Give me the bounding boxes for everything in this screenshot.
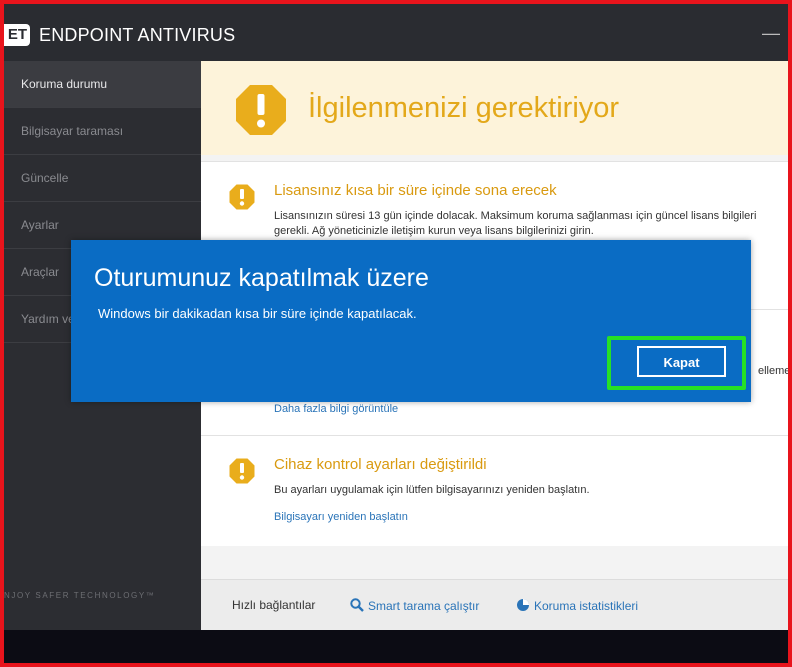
app-title: ENDPOINT ANTIVIRUS [39, 25, 236, 45]
restart-computer-link[interactable]: Bilgisayarı yeniden başlatın [274, 510, 408, 524]
sidebar-item-computer-scan[interactable]: Bilgisayar taraması [4, 108, 201, 155]
card-text-partial: ellemel [758, 365, 788, 377]
page-title: İlgilenmenizi gerektiriyor [308, 92, 620, 124]
more-info-link[interactable]: Daha fazla bilgi görüntüle [274, 402, 398, 416]
sidebar-item-update[interactable]: Güncelle [4, 155, 201, 202]
search-icon [350, 598, 364, 612]
title-bar: ET ENDPOINT ANTIVIRUS — [4, 4, 788, 61]
sidebar-item-label: Güncelle [21, 171, 69, 185]
sidebar-item-protection-status[interactable]: Koruma durumu [4, 61, 201, 108]
smart-scan-link[interactable]: Smart tarama çalıştır [350, 598, 479, 613]
sidebar-item-label: Koruma durumu [21, 77, 108, 91]
dialog-message: Windows bir dakikadan kısa bir süre için… [98, 306, 417, 321]
minimize-button[interactable]: — [762, 24, 780, 42]
sidebar-item-label: Bilgisayar taraması [21, 124, 124, 138]
tagline: NJOY SAFER TECHNOLOGY™ [4, 591, 156, 600]
attention-banner: İlgilenmenizi gerektiriyor [201, 61, 788, 155]
card-title: Lisansınız kısa bir süre içinde sona ere… [274, 182, 557, 199]
warning-octagon-icon [236, 85, 286, 135]
warning-icon [229, 458, 255, 484]
eset-logo: ET [4, 24, 30, 46]
close-button[interactable]: Kapat [637, 346, 726, 377]
sidebar-item-label: Araçlar [21, 265, 60, 279]
dialog-title: Oturumunuz kapatılmak üzere [94, 264, 429, 292]
quick-links-label: Hızlı bağlantılar [232, 598, 316, 612]
pie-chart-icon [517, 599, 529, 611]
quick-links-bar: Hızlı bağlantılar Smart tarama çalıştır … [201, 579, 788, 630]
card-text: Lisansınızın süresi 13 gün içinde dolaca… [274, 210, 757, 237]
warning-icon [229, 184, 255, 210]
taskbar [4, 630, 788, 663]
device-control-card: Cihaz kontrol ayarları değiştirildi Bu a… [201, 435, 788, 546]
protection-stats-label: Koruma istatistikleri [534, 599, 639, 613]
protection-stats-link[interactable]: Koruma istatistikleri [516, 598, 638, 613]
smart-scan-label: Smart tarama çalıştır [368, 599, 480, 613]
card-title: Cihaz kontrol ayarları değiştirildi [274, 456, 487, 473]
sidebar-item-label: Ayarlar [21, 218, 59, 232]
card-text: Bu ayarları uygulamak için lütfen bilgis… [274, 484, 590, 496]
